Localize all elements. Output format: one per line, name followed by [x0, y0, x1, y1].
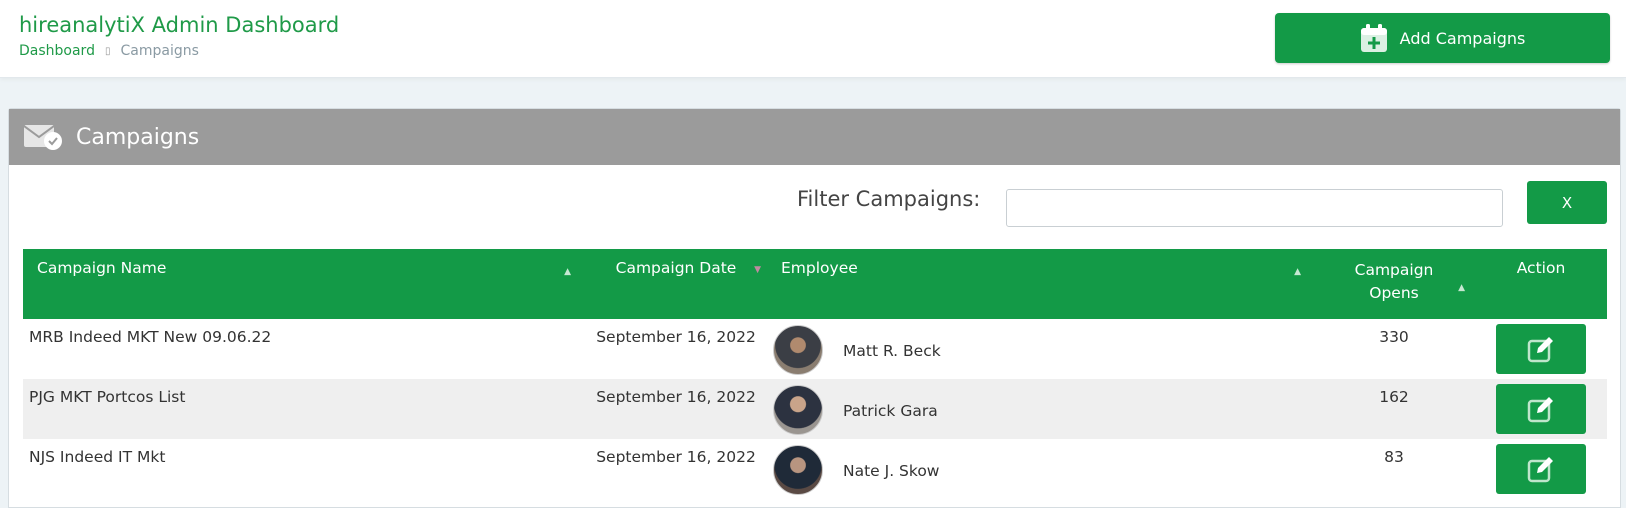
campaign-opens-cell: 162	[1379, 388, 1409, 406]
edit-icon	[1527, 457, 1553, 483]
edit-campaign-button[interactable]	[1496, 444, 1586, 494]
filter-row: Filter Campaigns:	[9, 175, 1620, 227]
column-header-action: Action	[1516, 259, 1566, 277]
campaign-name-cell: MRB Indeed MKT New 09.06.22	[29, 328, 272, 346]
calendar-plus-icon	[1360, 23, 1388, 53]
campaign-date-cell: September 16, 2022	[596, 328, 756, 346]
column-header-employee[interactable]: Employee ▲	[769, 249, 1313, 319]
table-header-row: Campaign Name ▲ Campaign Date ▼ Employee…	[23, 249, 1607, 319]
avatar	[773, 445, 823, 495]
edit-campaign-button[interactable]	[1496, 384, 1586, 434]
app-title: hireanalytiX Admin Dashboard	[19, 13, 340, 37]
table-row: NJS Indeed IT Mkt September 16, 2022 Nat…	[23, 439, 1607, 499]
employee-name: Matt R. Beck	[843, 342, 941, 360]
employee-name: Patrick Gara	[843, 402, 938, 420]
employee-name: Nate J. Skow	[843, 462, 940, 480]
action-cell	[1475, 319, 1607, 379]
campaigns-card: Campaigns Filter Campaigns: X Campaign N…	[8, 108, 1621, 508]
table-row: PJG MKT Portcos List September 16, 2022 …	[23, 379, 1607, 439]
column-header-campaign-name[interactable]: Campaign Name ▲	[23, 249, 583, 319]
sort-asc-icon: ▲	[1458, 283, 1465, 293]
add-campaigns-label: Add Campaigns	[1399, 28, 1526, 48]
edit-icon	[1527, 337, 1553, 363]
employee-cell: Patrick Gara	[769, 379, 1313, 439]
sort-asc-icon: ▲	[1294, 267, 1301, 277]
edit-icon	[1527, 397, 1553, 423]
breadcrumb-separator: ▯	[104, 45, 111, 57]
campaign-opens-cell: 330	[1379, 328, 1409, 346]
sort-asc-icon: ▲	[564, 267, 571, 277]
filter-label: Filter Campaigns:	[797, 187, 981, 211]
breadcrumb: Dashboard ▯ Campaigns	[19, 43, 199, 59]
action-cell	[1475, 379, 1607, 439]
campaign-date-cell: September 16, 2022	[596, 448, 756, 466]
avatar	[773, 325, 823, 375]
filter-campaigns-input[interactable]	[1006, 189, 1503, 227]
card-title: Campaigns	[76, 124, 200, 150]
table-row: MRB Indeed MKT New 09.06.22 September 16…	[23, 319, 1607, 379]
envelope-check-icon	[24, 123, 62, 151]
sort-desc-icon: ▼	[754, 265, 761, 275]
avatar	[773, 385, 823, 435]
column-header-campaign-date[interactable]: Campaign Date ▼	[583, 249, 769, 319]
column-header-campaign-opens[interactable]: Campaign Opens ▲	[1313, 249, 1475, 319]
campaign-date-cell: September 16, 2022	[596, 388, 756, 406]
campaign-opens-cell: 83	[1384, 448, 1404, 466]
clear-filter-button[interactable]: X	[1527, 181, 1607, 224]
breadcrumb-current: Campaigns	[120, 43, 199, 59]
breadcrumb-dashboard-link[interactable]: Dashboard	[19, 43, 95, 59]
campaign-name-cell: NJS Indeed IT Mkt	[29, 448, 166, 466]
employee-cell: Matt R. Beck	[769, 319, 1313, 379]
add-campaigns-button[interactable]: Add Campaigns	[1275, 13, 1610, 63]
action-cell	[1475, 439, 1607, 499]
top-bar: hireanalytiX Admin Dashboard Dashboard ▯…	[0, 0, 1626, 78]
card-header: Campaigns	[9, 109, 1620, 165]
campaign-name-cell: PJG MKT Portcos List	[29, 388, 186, 406]
campaigns-table: Campaign Name ▲ Campaign Date ▼ Employee…	[23, 249, 1607, 499]
edit-campaign-button[interactable]	[1496, 324, 1586, 374]
employee-cell: Nate J. Skow	[769, 439, 1313, 499]
